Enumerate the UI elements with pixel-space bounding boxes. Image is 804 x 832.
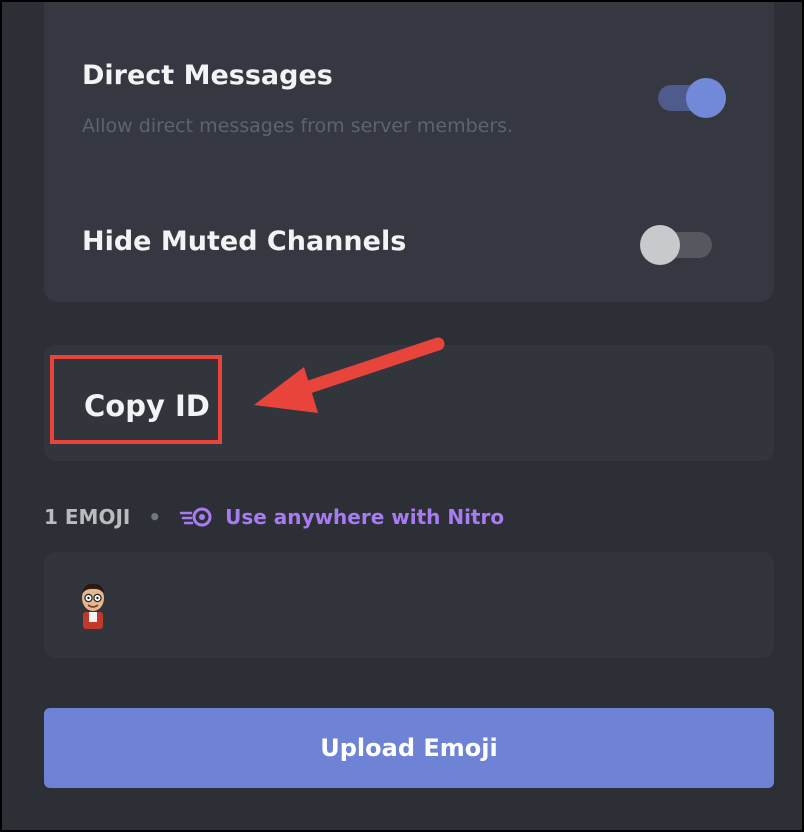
emoji-list: [44, 552, 774, 658]
upload-emoji-button[interactable]: Upload Emoji: [44, 708, 774, 788]
settings-card: Direct Messages Allow direct messages fr…: [44, 2, 774, 302]
toggle-knob: [640, 225, 680, 265]
emoji-count: 1 EMOJI: [44, 505, 131, 529]
hide-muted-channels-title: Hide Muted Channels: [82, 226, 407, 257]
nitro-icon: [179, 506, 213, 528]
screenshot-frame: Direct Messages Allow direct messages fr…: [0, 0, 804, 832]
emoji-section-header: 1 EMOJI • Use anywhere with Nitro: [44, 505, 504, 529]
copy-id-highlight: [50, 355, 222, 444]
toggle-knob: [686, 78, 726, 118]
direct-messages-title: Direct Messages: [82, 60, 333, 91]
direct-messages-description: Allow direct messages from server member…: [82, 115, 514, 137]
arrow-icon: [254, 337, 445, 413]
custom-emoji-avatar[interactable]: [74, 580, 112, 636]
nitro-link[interactable]: Use anywhere with Nitro: [225, 505, 504, 529]
separator-dot: •: [148, 505, 162, 529]
